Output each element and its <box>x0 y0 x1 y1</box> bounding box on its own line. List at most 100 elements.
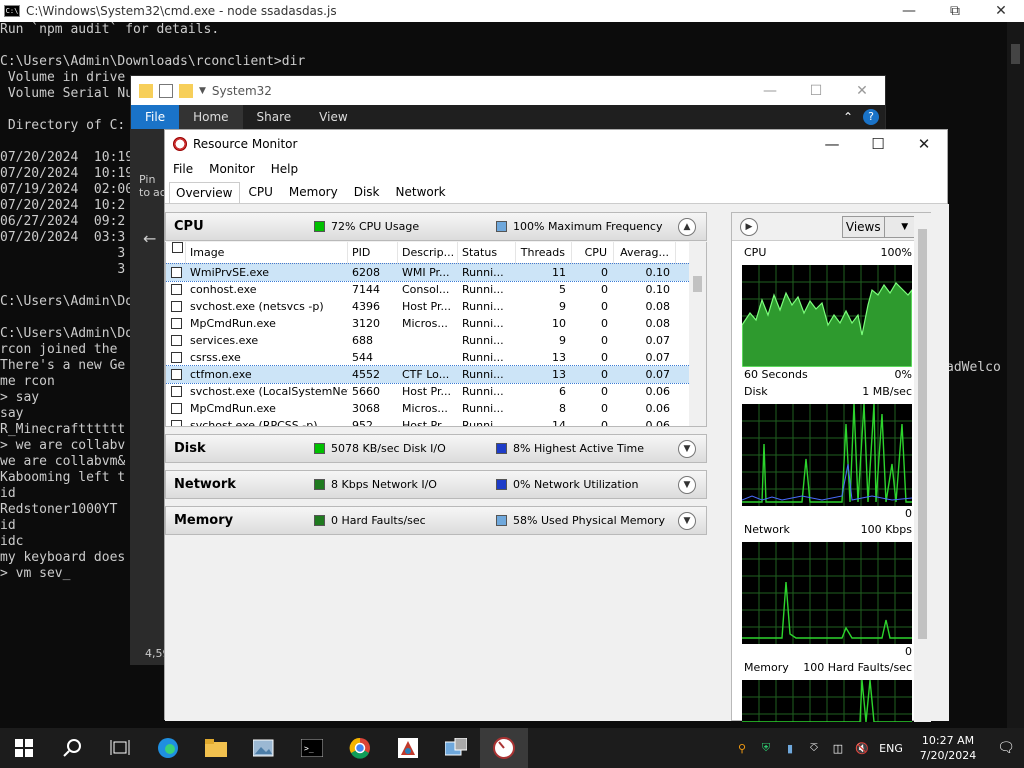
cpu-section-header[interactable]: CPU 72% CPU Usage 100% Maximum Frequency… <box>165 212 707 241</box>
restore-icon[interactable]: ⧉ <box>932 0 978 22</box>
language-indicator[interactable]: ENG <box>874 742 908 755</box>
expand-icon[interactable]: ▼ <box>678 511 696 530</box>
security-icon[interactable]: ⛨ <box>754 741 778 755</box>
expand-icon[interactable]: ▼ <box>678 475 696 494</box>
search-tray-icon[interactable]: ⚲ <box>730 742 754 755</box>
row-checkbox[interactable] <box>166 403 186 414</box>
ribbon-tab-share[interactable]: Share <box>243 105 306 129</box>
column-average[interactable]: Averag... <box>614 242 676 264</box>
table-row[interactable]: services.exe 688 Runni... 9 0 0.07 <box>166 332 706 349</box>
row-checkbox[interactable] <box>166 386 186 397</box>
minimize-icon[interactable]: — <box>747 80 793 102</box>
row-checkbox[interactable] <box>166 420 186 426</box>
back-arrow-icon[interactable]: ← <box>143 229 156 248</box>
tab-network[interactable]: Network <box>389 181 453 203</box>
table-row[interactable]: MpCmdRun.exe 3120 Micros... Runni... 10 0 0.08 <box>166 315 706 332</box>
minimize-icon[interactable]: — <box>886 0 932 22</box>
table-row[interactable]: svchost.exe (RPCSS -p) 952 Host Pr... Runni… <box>166 417 706 426</box>
resource-monitor-window[interactable]: Resource Monitor — ☐ ✕ File Monitor Help… <box>164 129 949 722</box>
tab-memory[interactable]: Memory <box>282 181 345 203</box>
taskbar-edge[interactable] <box>144 728 192 768</box>
column-threads[interactable]: Threads <box>516 242 572 264</box>
help-icon[interactable]: ? <box>863 109 879 125</box>
taskbar-image-app[interactable] <box>240 728 288 768</box>
cmd-scrollbar[interactable] <box>1007 22 1024 728</box>
row-checkbox[interactable] <box>166 335 186 346</box>
table-row[interactable]: svchost.exe (LocalSystemNet... 5660 Host P… <box>166 383 706 400</box>
menu-help[interactable]: Help <box>271 162 298 176</box>
chevron-down-icon[interactable]: ▼ <box>199 86 206 96</box>
taskbar-control-panel[interactable] <box>432 728 480 768</box>
chevron-up-icon[interactable]: ⌃ <box>843 110 853 124</box>
table-row[interactable]: ctfmon.exe 4552 CTF Lo... Runni... 13 0 0.07 <box>166 365 706 384</box>
clock[interactable]: 10:27 AM 7/20/2024 <box>908 733 988 763</box>
select-all-checkbox[interactable] <box>166 242 186 264</box>
process-pid: 5660 <box>352 385 380 398</box>
graph-pane-scrollbar[interactable] <box>914 213 931 722</box>
close-icon[interactable]: ✕ <box>901 130 947 158</box>
expand-icon[interactable]: ▼ <box>678 439 696 458</box>
network-icon[interactable]: ◫ <box>826 742 850 755</box>
network-section-header[interactable]: Network 8 Kbps Network I/O 0% Network Ut… <box>165 470 707 499</box>
maximize-icon[interactable]: ☐ <box>855 130 901 158</box>
cmd-scroll-thumb[interactable] <box>1011 44 1020 64</box>
minimize-icon[interactable]: — <box>809 130 855 158</box>
row-checkbox[interactable] <box>166 369 186 380</box>
volume-muted-icon[interactable]: 🔇 <box>850 742 874 755</box>
menu-monitor[interactable]: Monitor <box>209 162 255 176</box>
row-checkbox[interactable] <box>166 284 186 295</box>
process-status: Runni... <box>462 317 504 330</box>
memory-section-header[interactable]: Memory 0 Hard Faults/sec 58% Used Physic… <box>165 506 707 535</box>
column-cpu[interactable]: CPU <box>572 242 614 264</box>
photos-icon <box>253 739 274 757</box>
collapse-icon[interactable]: ▲ <box>678 217 696 236</box>
usb-icon[interactable]: ⎏ <box>802 741 826 755</box>
column-pid[interactable]: PID <box>348 242 398 264</box>
properties-icon[interactable] <box>159 83 173 98</box>
close-icon[interactable]: ✕ <box>839 80 885 102</box>
cmd-titlebar[interactable]: C:\ C:\Windows\System32\cmd.exe - node s… <box>0 0 1024 22</box>
table-row[interactable]: csrss.exe 544 Runni... 13 0 0.07 <box>166 349 706 366</box>
row-checkbox[interactable] <box>166 301 186 312</box>
column-description[interactable]: Descrip... <box>398 242 458 264</box>
tab-overview[interactable]: Overview <box>169 182 240 203</box>
table-row[interactable]: conhost.exe 7144 Consol... Runni... 5 0 0.10 <box>166 281 706 298</box>
start-button[interactable] <box>0 728 48 768</box>
taskbar-paint[interactable] <box>384 728 432 768</box>
table-row[interactable]: WmiPrvSE.exe 6208 WMI Pr... Runni... 11 0 0.10 <box>166 263 706 282</box>
chevron-right-icon[interactable]: ▶ <box>740 217 758 236</box>
new-folder-icon[interactable] <box>179 83 193 98</box>
ribbon-tab-view[interactable]: View <box>305 105 361 129</box>
table-scrollbar[interactable] <box>689 242 706 426</box>
search-button[interactable] <box>48 728 96 768</box>
task-view-button[interactable] <box>96 728 144 768</box>
menu-file[interactable]: File <box>173 162 193 176</box>
disk-section-header[interactable]: Disk 5078 KB/sec Disk I/O 8% Highest Act… <box>165 434 707 463</box>
column-image[interactable]: Image <box>186 242 348 264</box>
taskbar-resource-monitor[interactable] <box>480 728 528 768</box>
tab-cpu[interactable]: CPU <box>242 181 280 203</box>
table-row[interactable]: svchost.exe (netsvcs -p) 4396 Host Pr... Ru… <box>166 298 706 315</box>
row-checkbox[interactable] <box>166 352 186 363</box>
close-icon[interactable]: ✕ <box>978 0 1024 22</box>
graph-scroll-thumb[interactable] <box>918 229 927 639</box>
explorer-titlebar[interactable]: ▼ System32 — ☐ ✕ <box>131 76 885 105</box>
taskbar-file-explorer[interactable] <box>192 728 240 768</box>
taskbar-cmd[interactable]: >_ <box>288 728 336 768</box>
row-checkbox[interactable] <box>166 318 186 329</box>
maximize-icon[interactable]: ☐ <box>793 80 839 102</box>
battery-icon[interactable]: ▮ <box>778 742 802 755</box>
row-checkbox[interactable] <box>166 267 186 278</box>
ribbon-tab-home[interactable]: Home <box>179 105 243 129</box>
left-pane-scrollbar[interactable] <box>708 212 725 721</box>
notification-icon[interactable]: 🗨 <box>988 740 1024 756</box>
column-status[interactable]: Status <box>458 242 516 264</box>
taskbar-chrome[interactable] <box>336 728 384 768</box>
table-scroll-thumb[interactable] <box>693 276 702 292</box>
tab-disk[interactable]: Disk <box>347 181 387 203</box>
rm-titlebar[interactable]: Resource Monitor — ☐ ✕ <box>165 130 947 158</box>
table-row[interactable]: MpCmdRun.exe 3068 Micros... Runni... 8 0 0.06 <box>166 400 706 417</box>
process-cpu: 0 <box>601 334 608 347</box>
graph-title: CPU <box>744 246 767 259</box>
ribbon-tab-file[interactable]: File <box>131 105 180 129</box>
